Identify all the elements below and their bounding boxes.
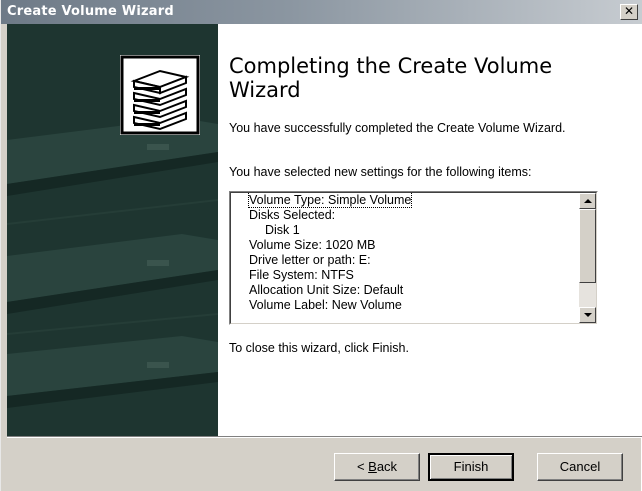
settings-list-item[interactable]: File System: NTFS xyxy=(231,268,575,283)
back-button-rest: ack xyxy=(376,459,398,474)
settings-intro: You have selected new settings for the f… xyxy=(229,165,532,179)
back-button-prefix: < xyxy=(356,459,369,474)
button-separator xyxy=(7,436,642,438)
back-button-accel: B xyxy=(368,459,377,474)
wizard-content: Completing the Create Volume Wizard You … xyxy=(7,24,642,436)
vertical-scrollbar[interactable] xyxy=(579,193,596,323)
settings-list-item-text: Volume Label: New Volume xyxy=(249,298,402,312)
side-panel xyxy=(7,24,218,436)
cancel-button-label: Cancel xyxy=(559,459,601,474)
settings-list-item[interactable]: Volume Size: 1020 MB xyxy=(231,238,575,253)
cancel-button[interactable]: Cancel xyxy=(537,453,623,481)
settings-list-item-text: Volume Size: 1020 MB xyxy=(249,238,376,252)
settings-list-lines: Volume Type: Simple Volume Disks Selected… xyxy=(231,193,575,323)
settings-list-item[interactable]: Drive letter or path: E: xyxy=(231,253,575,268)
settings-list-item-text: Drive letter or path: E: xyxy=(249,253,371,267)
back-button[interactable]: < Back xyxy=(334,453,420,481)
scroll-thumb[interactable] xyxy=(579,209,596,283)
finish-button-label: Finish xyxy=(453,459,489,474)
success-message: You have successfully completed the Crea… xyxy=(229,121,566,135)
arrow-down-icon xyxy=(584,313,592,317)
close-instruction: To close this wizard, click Finish. xyxy=(229,341,409,355)
settings-list-item-text: Disk 1 xyxy=(265,223,300,237)
scroll-down-button[interactable] xyxy=(579,307,596,323)
settings-list-item[interactable]: Disks Selected: xyxy=(231,208,575,223)
settings-list-item-text: Allocation Unit Size: Default xyxy=(249,283,404,297)
close-button[interactable]: ✕ xyxy=(620,4,638,20)
settings-summary-list[interactable]: Volume Type: Simple Volume Disks Selected… xyxy=(229,191,598,325)
settings-list-item[interactable]: Allocation Unit Size: Default xyxy=(231,283,575,298)
finish-button[interactable]: Finish xyxy=(428,453,514,481)
close-icon: ✕ xyxy=(623,4,635,18)
settings-list-item[interactable]: Volume Type: Simple Volume xyxy=(231,193,575,208)
wizard-window: Create Volume Wizard ✕ Completing the Cr… xyxy=(0,0,642,491)
server-stack-icon xyxy=(120,55,200,135)
settings-list-item-text: File System: NTFS xyxy=(249,268,354,282)
arrow-up-icon xyxy=(584,199,592,203)
settings-list-item[interactable]: Disk 1 xyxy=(231,223,575,238)
title-bar[interactable]: Create Volume Wizard ✕ xyxy=(1,0,642,24)
scroll-up-button[interactable] xyxy=(579,193,596,209)
page-title: Completing the Create Volume Wizard xyxy=(229,54,553,102)
window-title: Create Volume Wizard xyxy=(7,4,174,19)
settings-list-item-text: Disks Selected: xyxy=(249,208,336,222)
settings-list-item-text: Volume Type: Simple Volume xyxy=(247,193,413,208)
settings-list-item[interactable]: Volume Label: New Volume xyxy=(231,298,575,313)
